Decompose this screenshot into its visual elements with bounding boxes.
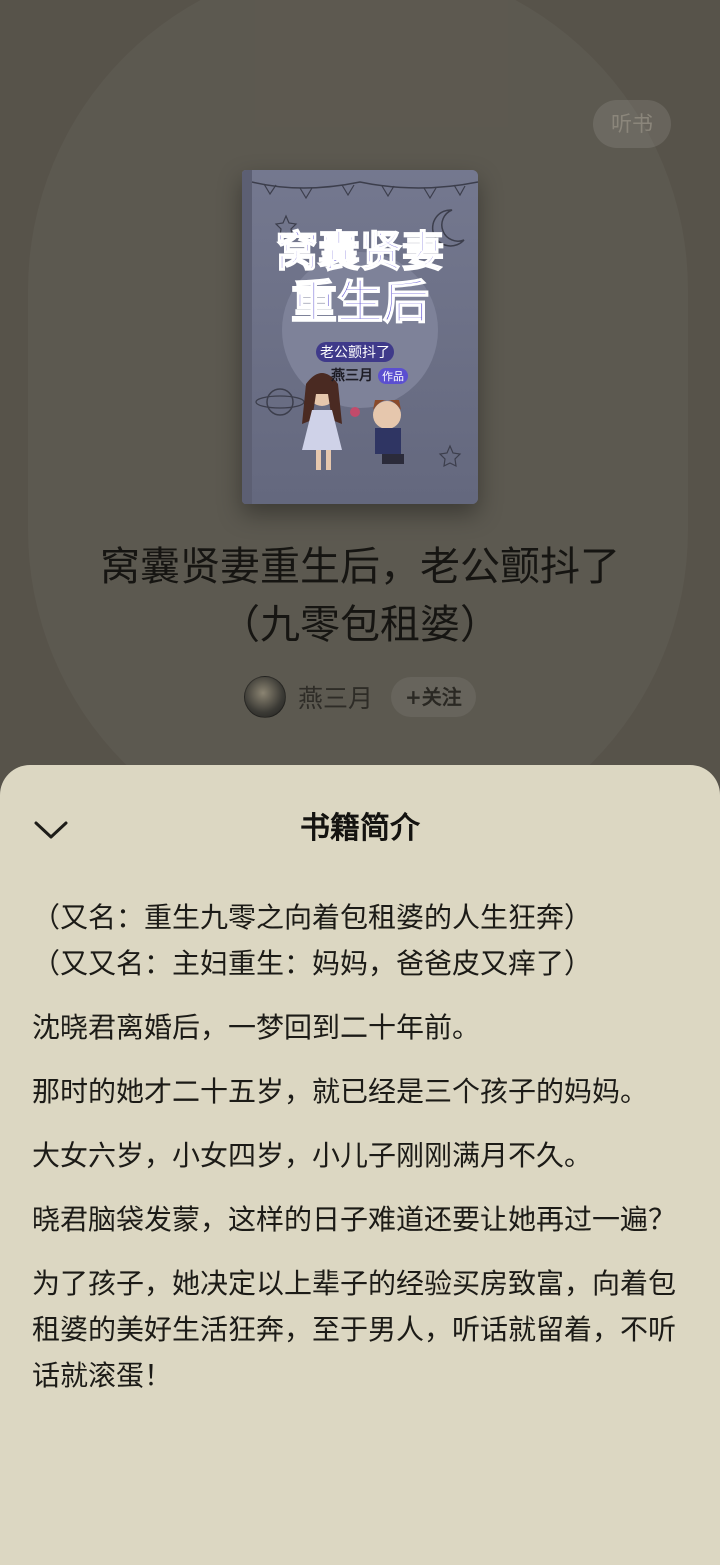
description-paragraph: 大女六岁，小女四岁，小儿子刚刚满月不久。 [32,1139,593,1172]
cover-author: 燕三月 [331,367,373,384]
description-paragraph: （又又名：主妇重生：妈妈，爸爸皮又痒了） [32,947,593,980]
description-paragraph: 为了孩子，她决定以上辈子的经验买房致富，向着包租婆的美好生活狂奔，至于男人，听话… [32,1267,677,1392]
book-title-line2: （九零包租婆） [220,602,500,648]
book-title-line1: 窝囊贤妻重生后，老公颤抖了 [100,544,620,590]
description-paragraph: 那时的她才二十五岁，就已经是三个孩子的妈妈。 [32,1075,649,1108]
description-paragraph: 沈晓君离婚后，一梦回到二十年前。 [32,1011,481,1044]
cover-title-line1: 窝囊贤妻 [276,227,444,276]
sheet-title: 书籍简介 [300,811,420,846]
listen-button[interactable]: 听书 [593,100,671,148]
book-title: 窝囊贤妻重生后，老公颤抖了 （九零包租婆） [40,538,680,654]
book-cover[interactable]: 窝囊贤妻 重生后 老公颤抖了 燕三月 作品 [242,170,478,504]
cover-work-tag: 作品 [382,370,404,383]
author-name[interactable]: 燕三月 [298,679,373,715]
book-intro-sheet: 书籍简介 （又名：重生九零之向着包租婆的人生狂奔） （又又名：主妇重生：妈妈，爸… [0,765,720,1565]
author-row: 燕三月 +关注 [244,676,476,718]
description-paragraph: （又名：重生九零之向着包租婆的人生狂奔） [32,901,593,934]
description-paragraph: 晓君脑袋发蒙，这样的日子难道还要让她再过一遍？ [32,1203,677,1236]
cover-illustration: 窝囊贤妻 重生后 老公颤抖了 燕三月 作品 [242,170,478,504]
author-avatar[interactable] [244,676,286,718]
cover-subtitle: 老公颤抖了 [320,345,390,361]
book-description: （又名：重生九零之向着包租婆的人生狂奔） （又又名：主妇重生：妈妈，爸爸皮又痒了… [32,895,682,1417]
cover-title-line2: 重生后 [291,275,429,329]
follow-button[interactable]: +关注 [391,677,476,717]
